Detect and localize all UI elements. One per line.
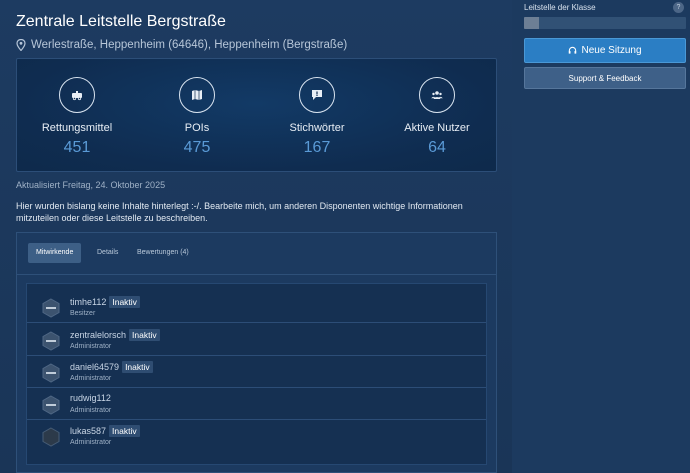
- list-item[interactable]: daniel64579 Inaktiv Administrator: [27, 356, 486, 388]
- description: Hier wurden bislang keine Inhalte hinter…: [16, 201, 463, 223]
- stat-pois: POIs 475: [137, 59, 257, 173]
- inactive-user-icon: [42, 298, 60, 318]
- stat-label: Aktive Nutzer: [404, 122, 470, 134]
- list-item[interactable]: rudwig112 Administrator: [27, 388, 486, 420]
- stat-value: 451: [63, 139, 91, 156]
- list-item[interactable]: lukas587 Inaktiv Administrator: [27, 420, 486, 452]
- stat-label: Stichwörter: [289, 122, 345, 134]
- member-role: Besitzer: [70, 310, 96, 317]
- member-role: Administrator: [70, 407, 112, 414]
- sidebar: Leitstelle der Klasse ? Neue Sitzung Sup…: [512, 0, 690, 473]
- user-avatar-icon: [42, 427, 60, 447]
- stat-value: 475: [183, 139, 211, 156]
- stat-stichwoerter: Stichwörter 167: [257, 59, 377, 173]
- status-badge: Inaktiv: [129, 329, 160, 341]
- stat-rettungsmittel: Rettungsmittel 451: [17, 59, 137, 173]
- member-name[interactable]: daniel64579: [70, 362, 119, 372]
- address: Werlestraße, Heppenheim (64646), Heppenh…: [16, 39, 347, 51]
- main-content: Zentrale Leitstelle Bergstraße Werlestra…: [0, 0, 512, 473]
- users-icon: [419, 77, 455, 113]
- new-session-button[interactable]: Neue Sitzung: [524, 38, 686, 63]
- help-icon[interactable]: ?: [673, 2, 684, 13]
- status-badge: Inaktiv: [109, 296, 140, 308]
- map-icon: [179, 77, 215, 113]
- status-badge: Inaktiv: [109, 425, 140, 437]
- inactive-user-icon: [42, 395, 60, 415]
- stat-value: 64: [428, 139, 446, 156]
- tab-details[interactable]: Details: [89, 243, 126, 263]
- progress-fill: [524, 17, 539, 29]
- stat-label: POIs: [184, 122, 210, 134]
- updated-date: Aktualisiert Freitag, 24. Oktober 2025: [16, 180, 166, 190]
- page-title: Zentrale Leitstelle Bergstraße: [16, 13, 226, 30]
- tab-panel: Mitwirkende Details Bewertungen (4) timh…: [16, 232, 497, 473]
- address-text: Werlestraße, Heppenheim (64646), Heppenh…: [31, 39, 348, 51]
- member-role: Administrator: [70, 343, 112, 350]
- inactive-user-icon: [42, 363, 60, 383]
- tab-mitwirkende[interactable]: Mitwirkende: [28, 243, 82, 263]
- stat-value: 167: [303, 139, 331, 156]
- support-feedback-button[interactable]: Support & Feedback: [524, 67, 686, 89]
- member-role: Administrator: [70, 439, 112, 446]
- location-pin-icon: [16, 39, 26, 51]
- list-item[interactable]: zentralelorsch Inaktiv Administrator: [27, 324, 486, 356]
- list-item[interactable]: timhe112 Inaktiv Besitzer: [27, 291, 486, 323]
- member-name[interactable]: timhe112: [70, 297, 106, 307]
- speech-bubble-icon: [299, 77, 335, 113]
- member-name[interactable]: lukas587: [70, 426, 106, 436]
- headset-icon: [569, 46, 577, 54]
- inactive-user-icon: [42, 331, 60, 351]
- tab-bar: Mitwirkende Details Bewertungen (4): [17, 233, 496, 275]
- stats-panel: Rettungsmittel 451 POIs 475 Stichwörter …: [16, 58, 497, 172]
- tab-bewertungen[interactable]: Bewertungen (4): [129, 243, 197, 263]
- member-role: Administrator: [70, 375, 112, 382]
- ambulance-icon: [59, 77, 95, 113]
- members-list: timhe112 Inaktiv Besitzer zentralelorsch…: [26, 283, 487, 465]
- class-progress-bar: [524, 17, 686, 29]
- member-name[interactable]: zentralelorsch: [70, 330, 126, 340]
- stat-aktive-nutzer: Aktive Nutzer 64: [377, 59, 497, 173]
- new-session-label: Neue Sitzung: [581, 45, 642, 56]
- stat-label: Rettungsmittel: [41, 122, 113, 134]
- member-name[interactable]: rudwig112: [70, 393, 111, 403]
- class-label: Leitstelle der Klasse: [524, 3, 596, 12]
- status-badge: Inaktiv: [122, 361, 153, 373]
